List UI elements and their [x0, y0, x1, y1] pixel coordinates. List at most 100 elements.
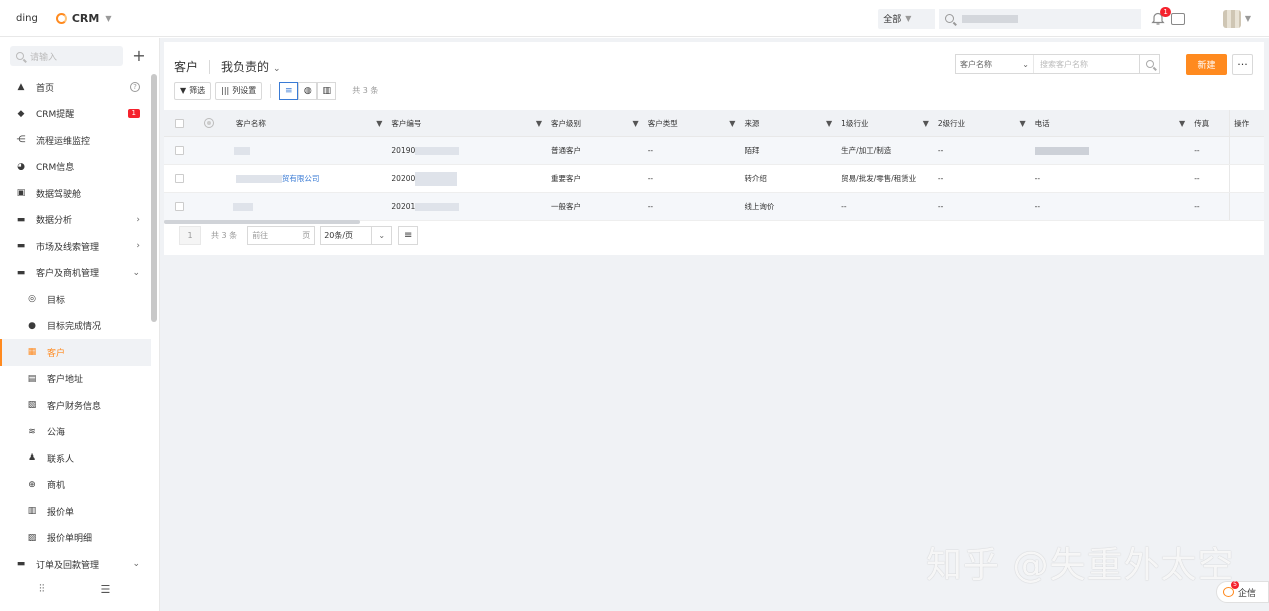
collapse-menu-icon[interactable]: ☰	[101, 583, 111, 596]
org-name[interactable]: ding	[16, 13, 38, 24]
column-header-type[interactable]: 客户类型 ▼	[644, 110, 741, 136]
customer-table: 客户名称 ▼ 客户编号 ▼ 客户级别 ▼ 客户类型 ▼ 来源 ▼ 1级行业 ▼ 2级行业 ▼ …	[164, 110, 1264, 224]
global-search-input[interactable]	[938, 8, 1141, 29]
filter-icon[interactable]: ▼	[1019, 119, 1025, 128]
crosshair-icon: ⊕	[28, 479, 36, 490]
qixin-chat-button[interactable]: 5 企信	[1216, 581, 1269, 603]
customer-name-cell[interactable]	[232, 137, 388, 164]
customer-level-cell: 重要客户	[550, 174, 581, 183]
table-row[interactable]: 20190 普通客户 -- 陌拜 生产/加工/制造 -- --	[164, 137, 1264, 165]
qixin-label: 企信	[1238, 588, 1257, 599]
sidebar-item-dashboard[interactable]: ▣ 数据驾驶舱	[0, 180, 151, 207]
customer-search-input[interactable]: 搜索客户名称	[1034, 59, 1139, 70]
filter-icon[interactable]: ▼	[633, 119, 639, 128]
fax-cell: --	[1190, 137, 1231, 164]
table-horizontal-scrollbar[interactable]	[164, 220, 360, 224]
table-row[interactable]: 贸有限公司 20200 重要客户 -- 转介绍 贸易/批发/零售/租赁业 -- …	[164, 165, 1264, 193]
notification-button[interactable]: 1	[1151, 6, 1171, 26]
column-header-fax[interactable]: 传真	[1190, 110, 1231, 136]
row-checkbox[interactable]	[175, 174, 184, 183]
customer-search: 客户名称 ⌄ 搜索客户名称	[955, 54, 1160, 74]
sidebar-item-customer-opportunity[interactable]: ▬ 客户及商机管理 ⌄	[0, 260, 151, 287]
sidebar-item-contacts[interactable]: ♟ 联系人	[0, 445, 151, 472]
sidebar-scrollbar[interactable]	[151, 74, 157, 322]
column-header-number[interactable]: 客户编号 ▼	[387, 110, 547, 136]
sidebar-item-target-completion[interactable]: ● 目标完成情况	[0, 313, 151, 340]
sidebar-item-customer-finance[interactable]: ▧ 客户财务信息	[0, 392, 151, 419]
view-select[interactable]: 我负责的 ⌄	[221, 58, 281, 75]
sidebar-item-crm-info[interactable]: ◕ CRM信息	[0, 154, 151, 181]
customer-name-cell[interactable]: 贸有限公司	[232, 165, 388, 192]
column-header-label: 传真	[1194, 118, 1210, 128]
row-spacer-cell	[187, 165, 232, 192]
column-header-industry2[interactable]: 2级行业 ▼	[934, 110, 1031, 136]
chevron-down-icon[interactable]: ▼	[1245, 14, 1251, 23]
filter-button[interactable]: ▼ 筛选	[174, 81, 212, 100]
sidebar: 请输入 + ▲ 首页 ? ◆ CRM提醒 1 ⋲ 流程运维监控 ◕ CRM信息 …	[0, 38, 160, 611]
settings-sliders-icon[interactable]: ⫶⫶	[39, 582, 45, 596]
crm-logo-icon	[55, 12, 67, 24]
filter-icon[interactable]: ▼	[1179, 119, 1185, 128]
sidebar-item-process-monitor[interactable]: ⋲ 流程运维监控	[0, 127, 151, 154]
new-customer-button[interactable]: 新建	[1186, 54, 1227, 75]
filter-icon[interactable]: ▼	[729, 119, 735, 128]
sidebar-item-market-leads[interactable]: ▬ 市场及线索管理 ›	[0, 233, 151, 260]
filter-icon[interactable]: ▼	[923, 119, 929, 128]
filter-icon[interactable]: ▼	[536, 119, 542, 128]
select-all-checkbox[interactable]	[175, 118, 184, 128]
industry1-cell: --	[841, 202, 847, 211]
list-view-button[interactable]: ≡	[279, 81, 299, 100]
sidebar-item-customer[interactable]: ▦ 客户	[0, 339, 151, 366]
sidebar-item-public-pool[interactable]: ≋ 公海	[0, 419, 151, 446]
more-actions-button[interactable]: ···	[1232, 54, 1253, 75]
column-header-source[interactable]: 来源 ▼	[740, 110, 837, 136]
add-menu-button[interactable]: +	[129, 46, 149, 66]
column-settings-button[interactable]: ||| 列设置	[215, 81, 263, 100]
sidebar-item-opportunity[interactable]: ⊕ 商机	[0, 472, 151, 499]
sidebar-item-label: 客户及商机管理	[36, 269, 100, 280]
column-header-phone[interactable]: 电话 ▼	[1031, 110, 1191, 136]
breadcrumb[interactable]: 客户	[174, 58, 198, 75]
row-spacer-cell	[187, 137, 232, 164]
search-button[interactable]	[1139, 55, 1159, 73]
list-menu-button[interactable]: ≡	[398, 226, 419, 245]
search-scope-select[interactable]: 全部 ▼	[877, 8, 935, 29]
goto-page-input[interactable]: 前往 页	[247, 226, 316, 245]
app-switcher[interactable]: CRM ▼	[55, 12, 111, 25]
sidebar-item-target[interactable]: ◎ 目标	[0, 286, 151, 313]
sidebar-item-data-analysis[interactable]: ▬ 数据分析 ›	[0, 207, 151, 234]
sidebar-item-crm-alert[interactable]: ◆ CRM提醒 1	[0, 101, 151, 128]
settings-icon[interactable]	[204, 118, 215, 128]
column-header-name[interactable]: 客户名称 ▼	[232, 110, 388, 136]
sidebar-item-order-payment[interactable]: ▬ 订单及回款管理 ⌄	[0, 551, 151, 578]
sidebar-item-home[interactable]: ▲ 首页 ?	[0, 74, 151, 101]
page-size-select[interactable]: 20条/页 ⌄	[320, 226, 393, 245]
filter-icon[interactable]: ▼	[826, 119, 832, 128]
column-header-industry1[interactable]: 1级行业 ▼	[837, 110, 934, 136]
column-header-level[interactable]: 客户级别 ▼	[547, 110, 644, 136]
redacted-number	[415, 146, 460, 155]
search-icon	[944, 14, 954, 23]
sidebar-search-input[interactable]: 请输入	[10, 46, 123, 66]
waves-icon: ≋	[28, 426, 36, 437]
map-view-button[interactable]: ◍	[298, 81, 318, 100]
page-size-value: 20条/页	[324, 231, 354, 240]
search-redacted	[961, 14, 1018, 23]
customer-name-link[interactable]: 贸有限公司	[282, 173, 320, 184]
customer-name-cell[interactable]	[232, 193, 388, 220]
search-field-select[interactable]: 客户名称 ⌄	[956, 55, 1034, 73]
inbox-icon[interactable]	[1170, 12, 1185, 25]
page-number-button[interactable]: 1	[179, 226, 201, 245]
row-checkbox[interactable]	[175, 146, 184, 155]
folder-icon: ▬	[16, 267, 26, 278]
card-view-button[interactable]: ▥	[317, 81, 337, 100]
help-icon[interactable]: ?	[130, 82, 140, 93]
sidebar-item-quote[interactable]: ▥ 报价单	[0, 498, 151, 525]
building-icon: ▦	[27, 347, 37, 358]
sidebar-item-customer-address[interactable]: ▤ 客户地址	[0, 366, 151, 393]
avatar[interactable]	[1222, 9, 1241, 28]
filter-icon[interactable]: ▼	[376, 119, 382, 128]
sidebar-item-quote-detail[interactable]: ▨ 报价单明细	[0, 525, 151, 552]
row-checkbox[interactable]	[175, 202, 184, 211]
table-row[interactable]: 20201 一般客户 -- 线上询价 -- -- -- --	[164, 193, 1264, 221]
